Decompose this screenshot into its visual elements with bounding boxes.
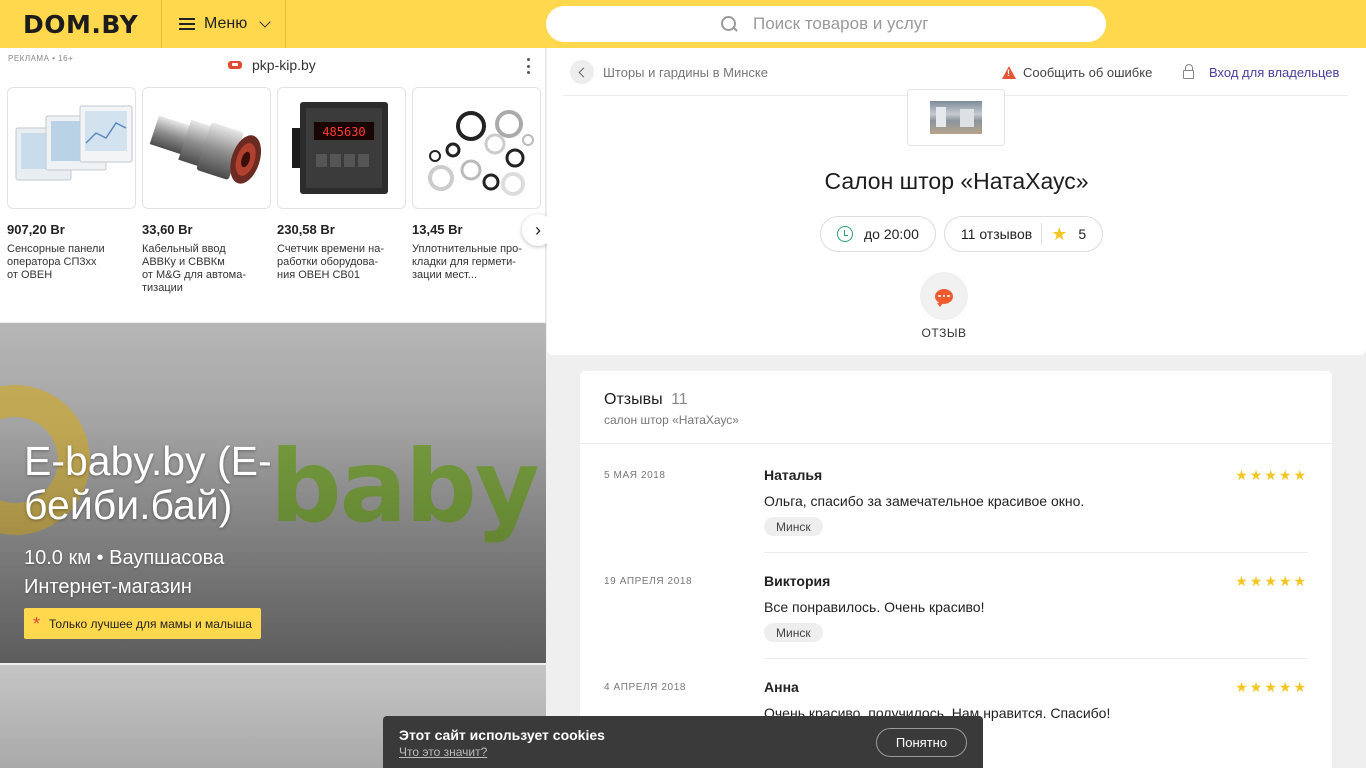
chat-bubble-icon: [935, 288, 953, 307]
banner-category: Интернет-магазин: [24, 576, 192, 598]
banner-title: E-baby.by (E-бейби.бай): [24, 438, 272, 528]
site-logo[interactable]: DOM.BY: [23, 10, 138, 39]
review-divider: [764, 552, 1308, 553]
hours-chip[interactable]: до 20:00: [820, 216, 936, 252]
ad-block: РЕКЛАМА • 16+ pkp-kip.by 907,20 Br Сенсо…: [0, 48, 554, 322]
review-text: Ольга, спасибо за замечательное красивое…: [764, 493, 1085, 509]
ad-product-image: [7, 87, 136, 209]
review-date: 4 апреля 2018: [604, 682, 687, 693]
review-city-tag: Минск: [764, 517, 823, 536]
review-item: 19 апреля 2018 Виктория Все понравилось.…: [604, 573, 1308, 679]
reviews-subtitle: салон штор «НатаХаус»: [604, 413, 739, 427]
search-icon: [721, 15, 738, 33]
ad-product-card[interactable]: 33,60 Br Кабельный ввод АВВКу и СВВКм от…: [142, 87, 271, 295]
star-icon: ★: [1051, 223, 1068, 244]
breadcrumb[interactable]: Шторы и гардины в Минске: [603, 65, 768, 80]
review-author: Наталья: [764, 467, 823, 483]
ad-product-list: 907,20 Br Сенсорные панели оператора СП3…: [7, 87, 541, 295]
hour-counter-image: 485630: [292, 102, 388, 194]
search-input[interactable]: [753, 14, 1053, 34]
clock-icon: [837, 226, 853, 242]
touch-panel-image: [15, 105, 133, 181]
banner-promo-badge: * Только лучшее для мамы и малыша: [24, 608, 261, 639]
review-city-tag: Минск: [764, 623, 823, 642]
banner-promo-text: Только лучшее для мамы и малыша: [49, 616, 252, 631]
ad-product-price: 33,60 Br: [142, 222, 193, 237]
chevron-down-icon: [259, 15, 271, 28]
ad-source-link[interactable]: pkp-kip.by: [228, 57, 316, 73]
ad-product-desc: Кабельный ввод АВВКу и СВВКм от M&G для …: [142, 243, 247, 294]
owner-login-link[interactable]: Вход для владельцев: [1183, 64, 1340, 80]
review-text: Все понравилось. Очень красиво!: [764, 599, 985, 615]
review-stars: ★★★★★: [1235, 679, 1308, 695]
hours-label: до 20:00: [864, 226, 919, 242]
asterisk-icon: *: [33, 613, 41, 634]
owner-login-label: Вход для владельцев: [1209, 65, 1340, 80]
review-stars: ★★★★★: [1235, 467, 1308, 483]
cookie-info-link[interactable]: Что это значит?: [399, 745, 487, 759]
gaskets-image: [428, 110, 534, 196]
banner-distance: 10.0 км • Ваупшасова: [24, 547, 225, 569]
review-action-label: ОТЗЫВ: [921, 326, 967, 340]
ad-product-desc: Счетчик времени на- работки оборудова- н…: [277, 243, 384, 281]
ad-product-card[interactable]: 485630 230,58 Br Счетчик времени на- раб…: [277, 87, 406, 295]
review-date: 19 апреля 2018: [604, 576, 693, 587]
review-stars: ★★★★★: [1235, 573, 1308, 589]
write-review-button[interactable]: ОТЗЫВ: [920, 272, 968, 340]
reviews-count: 11: [671, 391, 688, 408]
chevron-right-icon: ›: [535, 219, 541, 240]
report-error-label: Сообщить об ошибке: [1023, 65, 1153, 80]
hamburger-icon: [179, 18, 195, 30]
company-card: Шторы и гардины в Минске Сообщить об оши…: [547, 48, 1366, 355]
warning-icon: [1002, 66, 1016, 79]
reviews-divider: [580, 443, 1332, 444]
cookie-title: Этот сайт использует cookies: [399, 727, 605, 743]
advertiser-logo-icon: [228, 61, 242, 69]
ad-product-desc: Сенсорные панели оператора СП3хх от ОВЕН: [7, 243, 105, 281]
review-author: Анна: [764, 679, 799, 695]
ad-product-card[interactable]: 907,20 Br Сенсорные панели оператора СП3…: [7, 87, 136, 295]
reviews-rating-chip[interactable]: 11 отзывов ★ 5: [943, 216, 1104, 252]
banner-meta: 10.0 км • Ваупшасова Интернет-магазин: [24, 544, 224, 602]
company-info-chips: до 20:00 11 отзывов ★ 5: [820, 216, 1104, 252]
rating-value: 5: [1078, 226, 1087, 242]
more-options-icon[interactable]: [526, 58, 530, 74]
ad-product-image: [142, 87, 271, 209]
search-bar[interactable]: [546, 6, 1106, 42]
top-header: DOM.BY Меню: [0, 0, 1366, 48]
company-name: Салон штор «НатаХаус»: [824, 168, 1089, 194]
counter-display-text: 485630: [322, 125, 365, 139]
company-logo[interactable]: [907, 89, 1005, 146]
ad-label: РЕКЛАМА • 16+: [8, 54, 74, 63]
reviews-heading: Отзывы 11: [604, 391, 688, 409]
cable-gland-image: [149, 115, 262, 184]
report-error-link[interactable]: Сообщить об ошибке: [1002, 65, 1152, 80]
review-date: 5 мая 2018: [604, 470, 666, 481]
review-divider: [764, 658, 1308, 659]
menu-button[interactable]: Меню: [161, 0, 286, 48]
cookie-banner: Этот сайт использует cookies Что это зна…: [383, 716, 983, 768]
chevron-left-icon: [578, 67, 589, 77]
ad-product-price: 230,58 Br: [277, 222, 335, 237]
ad-product-price: 907,20 Br: [7, 222, 65, 237]
ad-product-desc: Уплотнительные про- кладки для гермети- …: [412, 243, 522, 281]
ad-product-image: 485630: [277, 87, 406, 209]
ad-product-image: [412, 87, 541, 209]
company-photo: [930, 101, 982, 134]
chip-divider: [1041, 223, 1043, 245]
menu-label: Меню: [204, 15, 248, 32]
review-author: Виктория: [764, 573, 831, 589]
promo-banner[interactable]: baby E-baby.by (E-бейби.бай) 10.0 км • В…: [0, 323, 546, 663]
ad-product-card[interactable]: 13,45 Br Уплотнительные про- кладки для …: [412, 87, 541, 295]
review-action-circle: [920, 272, 968, 320]
reviews-panel: Отзывы 11 салон штор «НатаХаус» 5 мая 20…: [580, 371, 1332, 768]
cookie-accept-button[interactable]: Понятно: [876, 728, 967, 757]
reviews-count-label: 11 отзывов: [960, 226, 1033, 242]
back-button[interactable]: [570, 60, 594, 84]
review-item: 5 мая 2018 Наталья Ольга, спасибо за зам…: [604, 467, 1308, 573]
reviews-title: Отзывы: [604, 391, 663, 408]
lock-icon: [1183, 64, 1194, 79]
ad-source-label: pkp-kip.by: [252, 57, 316, 73]
